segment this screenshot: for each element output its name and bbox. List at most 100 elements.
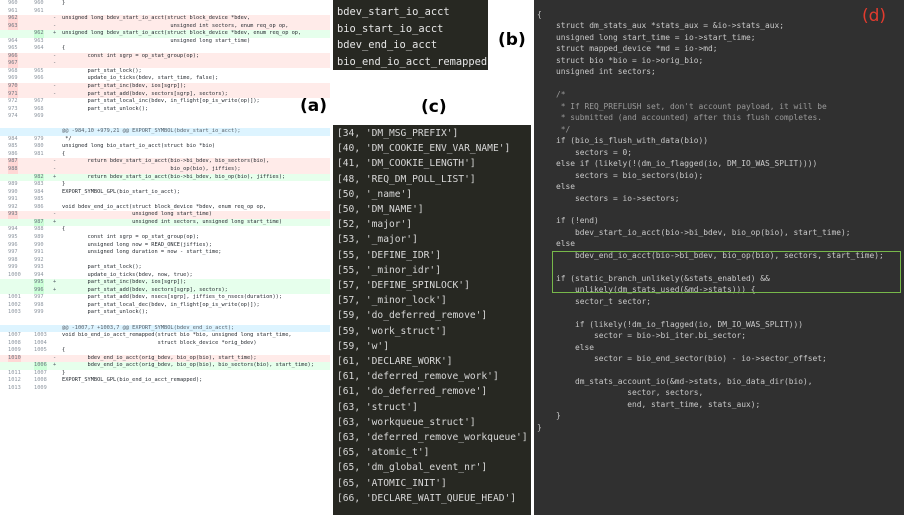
function-name: bdev_start_io_acct <box>337 6 450 18</box>
diff-line: 991 985 <box>0 196 330 204</box>
old-line-number: 1010 <box>8 354 21 363</box>
diff-sign: + <box>53 218 57 225</box>
code-line: sector, sectors, <box>537 388 704 398</box>
diff-sign: + <box>53 30 57 37</box>
symbol-list-panel: [34, 'DM_MSG_PREFIX'] [40, 'DM_COOKIE_ENV… <box>333 125 531 515</box>
diff-line: 1002 998 part_stat_local_dec(bdev, in_fli… <box>0 302 330 310</box>
diff-code: */ <box>62 135 72 142</box>
highlight-box <box>552 251 901 293</box>
diff-code: bdev_end_io_acct(orig_bdev, bio_op(bio),… <box>62 362 314 369</box>
diff-sign: - <box>53 52 57 59</box>
new-line-number: 999 <box>34 309 44 316</box>
diff-sign: + <box>53 362 57 369</box>
old-line-number: 993 <box>8 211 18 219</box>
new-line-number: 962 <box>34 30 44 38</box>
diff-line: 974 969 <box>0 113 330 121</box>
code-line: sectors = bio_sectors(bio); <box>537 170 704 180</box>
diff-code: bdev_end_io_acct(orig_bdev, bio_op(bio),… <box>62 354 257 361</box>
old-line-number: 990 <box>8 188 18 195</box>
code-line: } <box>537 411 561 421</box>
diff-code: const int sgrp = op_stat_group(op); <box>62 52 200 59</box>
diff-code: part_stat_add(bdev, sectors[sgrp], secto… <box>62 286 228 293</box>
code-line: struct bio *bio = io->orig_bio; <box>537 55 704 65</box>
old-line-number: 971 <box>8 90 18 99</box>
diff-code: } <box>62 369 66 376</box>
diff-code: EXPORT_SYMBOL_GPL(bio_start_io_acct); <box>62 188 180 195</box>
function-name: bio_start_io_acct <box>337 22 444 35</box>
code-line: sector_t sector; <box>537 296 652 306</box>
diff-sign: - <box>53 83 57 90</box>
diff-line: 966 - const int sgrp = op_stat_group(op); <box>0 52 330 61</box>
panel-c-label: (c) <box>421 97 447 117</box>
old-line-number: 969 <box>8 75 18 82</box>
new-line-number: 988 <box>34 226 44 233</box>
old-line-number: 1013 <box>8 384 21 391</box>
new-line-number: 968 <box>34 105 44 112</box>
diff-line: 997 991 unsigned long duration = now - st… <box>0 249 330 257</box>
diff-code: @@ -1007,7 +1003,7 @@ EXPORT_SYMBOL(bdev… <box>62 324 235 331</box>
new-line-number: 960 <box>34 0 44 6</box>
old-line-number: 985 <box>8 143 18 150</box>
diff-line: 964 963 unsigned long start_time) <box>0 38 330 46</box>
code-line: { <box>537 10 542 19</box>
diff-sign: - <box>53 166 57 173</box>
old-line-number: 994 <box>8 226 18 233</box>
code-line: struct dm_stats_aux *stats_aux = &io->st… <box>537 21 785 31</box>
code-line: else <box>537 182 576 192</box>
diff-code: bio_op(bio), jiffies); <box>62 166 241 173</box>
symbol-entry: [65, 'atomic_t'] <box>337 447 430 459</box>
new-line-number: 997 <box>34 294 44 301</box>
diff-code: part_stat_unlock(); <box>62 105 149 112</box>
new-line-number: 985 <box>34 196 44 203</box>
diff-hunk-header: @@ -1007,7 +1003,7 @@ EXPORT_SYMBOL(bdev… <box>0 324 330 333</box>
function-name: bio_end_io_acct_remapped <box>337 55 488 68</box>
diff-code: unsigned long bio_start_io_acct(struct b… <box>62 143 216 150</box>
new-line-number: 1008 <box>34 377 47 384</box>
function-list-panel: bdev_start_io_acct bio_start_io_acct bdev_… <box>333 0 488 70</box>
diff-line: 984 979 */ <box>0 136 330 144</box>
diff-code: unsigned int sectors, unsigned long star… <box>62 218 283 225</box>
symbol-entry: [61, 'DECLARE_WORK'] <box>337 356 453 368</box>
diff-code: unsigned long bdev_start_io_acct(struct … <box>62 15 251 22</box>
old-line-number: 1011 <box>8 369 21 376</box>
new-line-number: 996 <box>34 286 44 295</box>
diff-sign: + <box>53 279 57 286</box>
diff-line: 1010 - bdev_end_io_acct(orig_bdev, bio_op… <box>0 354 330 363</box>
diff-code: unsigned long start_time) <box>62 37 251 44</box>
new-line-number: 981 <box>34 150 44 157</box>
function-name: bdev_end_io_acct <box>337 39 438 51</box>
diff-code: EXPORT_SYMBOL_GPL(bio_end_io_acct_remapp… <box>62 377 203 384</box>
code-line: * submitted (and accounted) after this f… <box>537 113 823 123</box>
diff-sign: + <box>53 173 57 180</box>
code-line: sectors = io->sectors; <box>537 193 680 203</box>
code-line: struct mapped_device *md = io->md; <box>537 44 718 54</box>
diff-line: 961 961 <box>0 8 330 16</box>
diff-hunk-header: @@ -984,10 +979,21 @@ EXPORT_SYMBOL(bdev… <box>0 128 330 136</box>
diff-line: 1011 1007} <box>0 370 330 378</box>
code-line: unsigned long start_time = io->start_tim… <box>537 32 756 42</box>
old-line-number: 998 <box>8 256 18 263</box>
old-line-number: 1003 <box>8 309 21 316</box>
diff-code: unsigned long duration = now - start_tim… <box>62 249 222 256</box>
symbol-entry: [55, '_minor_idr'] <box>337 264 441 276</box>
symbol-entry: [55, 'DEFINE_IDR'] <box>337 249 441 261</box>
new-line-number: 1009 <box>34 384 47 391</box>
new-line-number: 994 <box>34 271 44 278</box>
new-line-number: 967 <box>34 98 44 105</box>
diff-line: 962 + unsigned long bdev_start_io_acct(str… <box>0 30 330 38</box>
diff-code: { <box>62 150 66 157</box>
diff-code: unsigned int sectors, enum req_op op, <box>62 22 289 29</box>
symbol-entry: [53, '_major'] <box>337 234 418 246</box>
diff-gap <box>0 316 330 325</box>
old-line-number: 997 <box>8 249 18 256</box>
diff-sign: + <box>53 286 57 293</box>
new-line-number: 983 <box>34 181 44 188</box>
old-line-number: 995 <box>8 233 18 240</box>
diff-sign: - <box>53 158 57 165</box>
new-line-number: 991 <box>34 249 44 256</box>
old-line-number: 986 <box>8 150 18 157</box>
